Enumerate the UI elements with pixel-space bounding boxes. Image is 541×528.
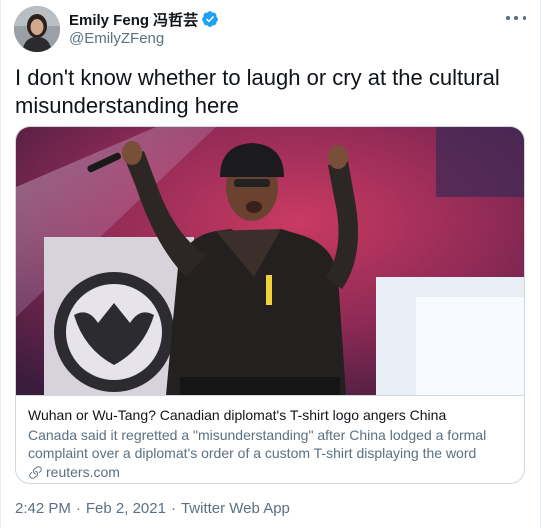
verified-badge-icon — [201, 10, 219, 28]
author-name-row: Emily Feng 冯哲芸 — [69, 9, 219, 29]
avatar[interactable] — [14, 6, 60, 52]
card-domain: reuters.com — [28, 463, 514, 481]
tweet-source[interactable]: Twitter Web App — [181, 500, 290, 517]
card-description: Canada said it regretted a "misunderstan… — [28, 427, 487, 461]
card-body: Wuhan or Wu-Tang? Canadian diplomat's T-… — [16, 395, 524, 483]
card-title[interactable]: Wuhan or Wu-Tang? Canadian diplomat's T-… — [28, 406, 514, 424]
card-image — [16, 127, 524, 395]
tweet-date[interactable]: Feb 2, 2021 — [86, 500, 166, 517]
meta-separator: · — [170, 500, 176, 517]
tweet-time[interactable]: 2:42 PM — [15, 500, 71, 517]
author-handle[interactable]: @EmilyZFeng — [69, 30, 164, 47]
card-domain-text[interactable]: reuters.com — [46, 463, 120, 481]
link-card[interactable]: Wuhan or Wu-Tang? Canadian diplomat's T-… — [15, 126, 525, 484]
tweet: Emily Feng 冯哲芸 @EmilyZFeng I don't know … — [0, 0, 541, 528]
tweet-meta: 2:42 PM · Feb 2, 2021 · Twitter Web App — [15, 500, 290, 517]
author-display-name[interactable]: Emily Feng 冯哲芸 — [69, 9, 198, 30]
link-icon — [28, 465, 43, 480]
tweet-text: I don't know whether to laugh or cry at … — [15, 65, 500, 118]
more-options-icon[interactable] — [506, 10, 526, 26]
meta-separator: · — [75, 500, 81, 517]
